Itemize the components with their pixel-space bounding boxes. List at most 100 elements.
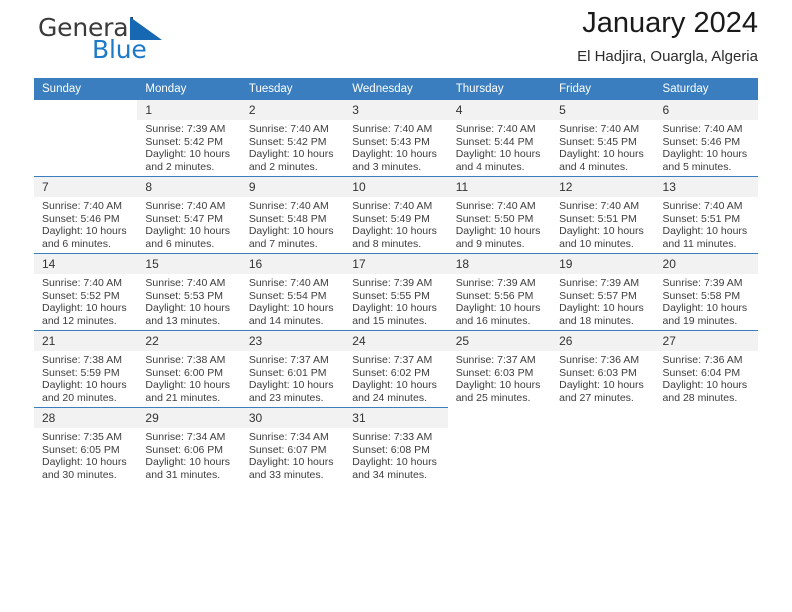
calendar-cell-day-2[interactable]: 2 Sunrise: 7:40 AM Sunset: 5:42 PM Daylight… [240, 100, 345, 177]
calendar-cell-day-31[interactable]: 31 Sunrise: 7:33 AM Sunset: 6:08 PM Dayligh… [344, 407, 448, 484]
day-number: 17 [344, 254, 448, 274]
day-details: Sunrise: 7:33 AM Sunset: 6:08 PM Daylight:… [344, 428, 447, 481]
day-number: 12 [551, 177, 655, 197]
calendar-cell-empty [655, 408, 758, 485]
daylight-text: Daylight: 10 hours and 2 minutes. [145, 148, 231, 173]
day-number: 30 [240, 408, 345, 428]
day-details: Sunrise: 7:40 AM Sunset: 5:51 PM Daylight:… [655, 197, 758, 250]
daylight-text: Daylight: 10 hours and 33 minutes. [248, 456, 334, 481]
day-number: 11 [447, 177, 552, 197]
sunrise-text: Sunrise: 7:40 AM [352, 123, 433, 135]
daylight-text: Daylight: 10 hours and 4 minutes. [455, 148, 541, 173]
day-details: Sunrise: 7:36 AM Sunset: 6:03 PM Daylight:… [551, 351, 654, 404]
sunset-text: Sunset: 6:02 PM [352, 366, 430, 379]
calendar-cell-day-21[interactable]: 21 Sunrise: 7:38 AM Sunset: 5:59 PM Dayligh… [34, 330, 138, 408]
daylight-text: Daylight: 10 hours and 8 minutes. [352, 225, 437, 250]
sunset-text: Sunset: 5:51 PM [559, 212, 637, 225]
calendar-page: General Blue January 2024 El Hadjira, Ou… [0, 0, 792, 612]
sunrise-text: Sunrise: 7:36 AM [559, 354, 640, 366]
day-details: Sunrise: 7:40 AM Sunset: 5:53 PM Daylight:… [137, 274, 240, 327]
sunrise-text: Sunrise: 7:40 AM [559, 123, 640, 135]
calendar-cell-day-30[interactable]: 30 Sunrise: 7:34 AM Sunset: 6:07 PM Dayligh… [240, 407, 345, 484]
calendar-cell-day-20[interactable]: 20 Sunrise: 7:39 AM Sunset: 5:58 PM Dayligh… [654, 253, 758, 331]
calendar-cell-day-16[interactable]: 16 Sunrise: 7:40 AM Sunset: 5:54 PM Dayligh… [240, 253, 345, 331]
weekday-header-monday: Monday [137, 78, 241, 100]
calendar-week-row: 1 Sunrise: 7:39 AM Sunset: 5:42 PM Daylight… [34, 100, 758, 177]
day-number: 18 [447, 254, 552, 274]
sunset-text: Sunset: 5:45 PM [559, 135, 637, 148]
daylight-text: Daylight: 10 hours and 6 minutes. [145, 225, 231, 250]
calendar-cell-day-27[interactable]: 27 Sunrise: 7:36 AM Sunset: 6:04 PM Dayligh… [654, 330, 758, 408]
calendar-cell-day-4[interactable]: 4 Sunrise: 7:40 AM Sunset: 5:44 PM Daylight… [447, 100, 552, 177]
calendar-cell-day-10[interactable]: 10 Sunrise: 7:40 AM Sunset: 5:49 PM Dayligh… [344, 176, 448, 254]
day-details: Sunrise: 7:40 AM Sunset: 5:45 PM Daylight:… [551, 120, 654, 173]
daylight-text: Daylight: 10 hours and 16 minutes. [455, 302, 541, 327]
weekday-header-row: Sunday Monday Tuesday Wednesday Thursday… [34, 78, 758, 100]
sunrise-text: Sunrise: 7:40 AM [455, 123, 536, 135]
sunrise-text: Sunrise: 7:40 AM [42, 200, 122, 212]
sunrise-text: Sunrise: 7:40 AM [145, 200, 226, 212]
sunrise-text: Sunrise: 7:36 AM [662, 354, 743, 366]
calendar-cell-day-7[interactable]: 7 Sunrise: 7:40 AM Sunset: 5:46 PM Daylight… [34, 176, 138, 254]
day-details: Sunrise: 7:36 AM Sunset: 6:04 PM Daylight:… [655, 351, 758, 404]
day-details: Sunrise: 7:40 AM Sunset: 5:48 PM Daylight:… [241, 197, 344, 250]
sunrise-text: Sunrise: 7:34 AM [248, 431, 329, 443]
sunset-text: Sunset: 5:48 PM [248, 212, 327, 225]
daylight-text: Daylight: 10 hours and 7 minutes. [248, 225, 334, 250]
sunrise-text: Sunrise: 7:34 AM [145, 431, 226, 443]
general-blue-logo[interactable]: General Blue [34, 14, 234, 70]
calendar-cell-day-8[interactable]: 8 Sunrise: 7:40 AM Sunset: 5:47 PM Daylight… [137, 176, 241, 254]
sunset-text: Sunset: 6:06 PM [145, 443, 224, 456]
calendar-cell-empty [448, 408, 551, 485]
day-number: 27 [654, 331, 758, 351]
sunset-text: Sunset: 5:58 PM [662, 289, 741, 302]
calendar-cell-day-14[interactable]: 14 Sunrise: 7:40 AM Sunset: 5:52 PM Dayligh… [34, 253, 138, 331]
weekday-header-saturday: Saturday [654, 78, 758, 100]
sunrise-text: Sunrise: 7:40 AM [352, 200, 433, 212]
calendar-cell-day-1[interactable]: 1 Sunrise: 7:39 AM Sunset: 5:42 PM Daylight… [137, 100, 241, 177]
sunrise-text: Sunrise: 7:39 AM [662, 277, 743, 289]
daylight-text: Daylight: 10 hours and 15 minutes. [352, 302, 437, 327]
calendar-cell-day-22[interactable]: 22 Sunrise: 7:38 AM Sunset: 6:00 PM Dayligh… [137, 330, 241, 408]
calendar-cell-day-13[interactable]: 13 Sunrise: 7:40 AM Sunset: 5:51 PM Dayligh… [654, 176, 758, 254]
calendar-cell-day-17[interactable]: 17 Sunrise: 7:39 AM Sunset: 5:55 PM Dayligh… [344, 253, 448, 331]
calendar-week-row: 28 Sunrise: 7:35 AM Sunset: 6:05 PM Dayligh… [34, 407, 758, 485]
calendar-cell-day-26[interactable]: 26 Sunrise: 7:36 AM Sunset: 6:03 PM Dayligh… [551, 330, 655, 408]
calendar-cell-day-19[interactable]: 19 Sunrise: 7:39 AM Sunset: 5:57 PM Dayligh… [551, 253, 655, 331]
day-number [551, 408, 654, 428]
calendar-cell-empty [34, 100, 137, 177]
calendar-cell-day-6[interactable]: 6 Sunrise: 7:40 AM Sunset: 5:46 PM Daylight… [654, 100, 758, 177]
day-details: Sunrise: 7:37 AM Sunset: 6:03 PM Daylight:… [448, 351, 551, 404]
day-number: 5 [551, 100, 655, 120]
day-number: 9 [240, 177, 345, 197]
sunset-text: Sunset: 5:46 PM [662, 135, 741, 148]
calendar-cell-day-28[interactable]: 28 Sunrise: 7:35 AM Sunset: 6:05 PM Dayligh… [34, 407, 138, 484]
day-number: 24 [344, 331, 448, 351]
calendar-cell-day-18[interactable]: 18 Sunrise: 7:39 AM Sunset: 5:56 PM Dayligh… [447, 253, 552, 331]
daylight-text: Daylight: 10 hours and 19 minutes. [662, 302, 748, 327]
day-details: Sunrise: 7:39 AM Sunset: 5:57 PM Daylight:… [551, 274, 654, 327]
sunset-text: Sunset: 6:03 PM [455, 366, 534, 379]
sunset-text: Sunset: 5:46 PM [42, 212, 120, 225]
day-number: 14 [34, 254, 138, 274]
calendar-cell-day-11[interactable]: 11 Sunrise: 7:40 AM Sunset: 5:50 PM Dayligh… [447, 176, 552, 254]
sunrise-text: Sunrise: 7:37 AM [352, 354, 433, 366]
sunrise-text: Sunrise: 7:40 AM [248, 200, 329, 212]
day-details: Sunrise: 7:40 AM Sunset: 5:51 PM Daylight:… [551, 197, 654, 250]
calendar-cell-day-12[interactable]: 12 Sunrise: 7:40 AM Sunset: 5:51 PM Dayligh… [551, 176, 655, 254]
calendar-cell-day-9[interactable]: 9 Sunrise: 7:40 AM Sunset: 5:48 PM Daylight… [240, 176, 345, 254]
day-number: 22 [137, 331, 241, 351]
calendar-cell-day-29[interactable]: 29 Sunrise: 7:34 AM Sunset: 6:06 PM Dayligh… [137, 407, 241, 484]
calendar-cell-day-23[interactable]: 23 Sunrise: 7:37 AM Sunset: 6:01 PM Dayligh… [240, 330, 345, 408]
calendar-cell-day-15[interactable]: 15 Sunrise: 7:40 AM Sunset: 5:53 PM Dayligh… [137, 253, 241, 331]
calendar-cell-day-5[interactable]: 5 Sunrise: 7:40 AM Sunset: 5:45 PM Daylight… [551, 100, 655, 177]
daylight-text: Daylight: 10 hours and 25 minutes. [455, 379, 541, 404]
day-number: 25 [447, 331, 552, 351]
sunset-text: Sunset: 5:55 PM [352, 289, 430, 302]
calendar-cell-day-25[interactable]: 25 Sunrise: 7:37 AM Sunset: 6:03 PM Dayligh… [447, 330, 552, 408]
calendar-cell-day-3[interactable]: 3 Sunrise: 7:40 AM Sunset: 5:43 PM Daylight… [344, 100, 448, 177]
sunrise-text: Sunrise: 7:40 AM [662, 123, 743, 135]
day-number [448, 408, 551, 428]
sunset-text: Sunset: 6:04 PM [662, 366, 741, 379]
calendar-cell-day-24[interactable]: 24 Sunrise: 7:37 AM Sunset: 6:02 PM Dayligh… [344, 330, 448, 408]
